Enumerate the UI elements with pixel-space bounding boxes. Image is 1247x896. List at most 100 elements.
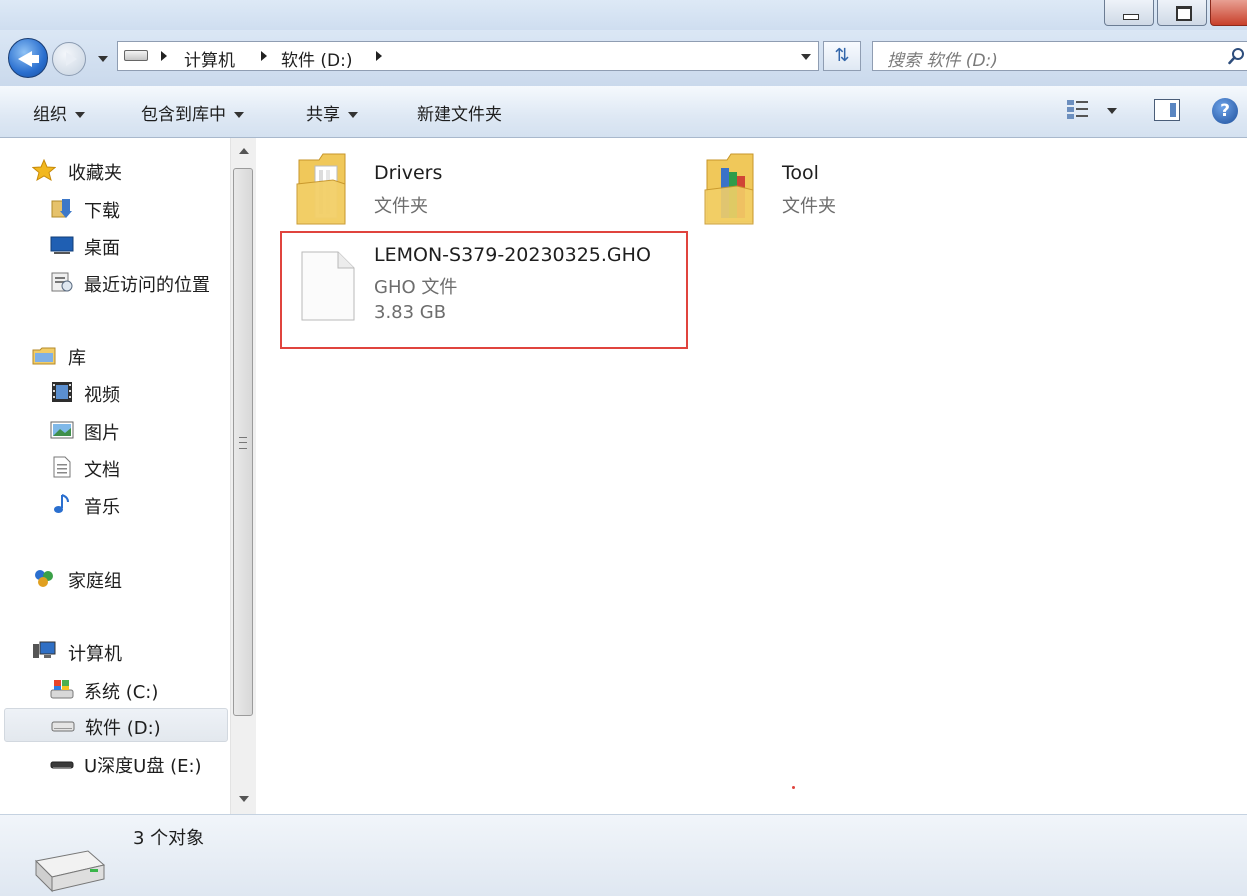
drive-icon [124,50,148,61]
scrollbar-thumb[interactable] [233,168,253,716]
address-dropdown-icon[interactable] [801,54,811,60]
sidebar-item-downloads[interactable]: 下载 [50,194,220,224]
breadcrumb-drive-d[interactable]: 软件 (D:) [281,46,353,71]
search-icon[interactable] [1228,47,1246,65]
file-type: 文件夹 [782,196,836,217]
file-type: 文件夹 [374,196,428,217]
scroll-up-icon[interactable] [239,148,249,154]
music-icon [54,494,69,513]
sidebar-item-label: 下载 [84,201,120,222]
details-pane: 3 个对象 [0,814,1247,896]
close-button[interactable] [1210,0,1247,26]
sidebar-item-label: 视频 [84,385,120,406]
navigation-pane: 收藏夹 下载 桌面 最近访问的位置 库 视频 图片 文档 音乐 家庭组 计算机 … [0,138,258,814]
change-view-icon[interactable] [1066,98,1092,122]
search-input[interactable]: 搜索 软件 (D:) [887,46,998,71]
star-icon [32,159,56,181]
sidebar-item-label: 桌面 [84,238,120,259]
folder-icon [704,153,754,225]
breadcrumb-separator-icon[interactable] [261,51,267,61]
desktop-icon [50,236,74,254]
drive-icon [51,721,75,732]
chevron-down-icon [348,112,358,118]
sidebar-item-favorites[interactable]: 收藏夹 [30,156,220,186]
sidebar-item-documents[interactable]: 文档 [50,453,220,483]
sidebar-item-music[interactable]: 音乐 [50,490,220,520]
share-label: 共享 [306,105,340,125]
navigation-bar: 计算机 软件 (D:) ⇅ 搜索 软件 (D:) [0,30,1247,86]
sidebar-item-homegroup[interactable]: 家庭组 [30,564,220,594]
sidebar-item-pictures[interactable]: 图片 [50,416,220,446]
recent-places-icon [51,272,73,292]
file-name: Drivers [374,162,443,184]
title-bar [0,0,1247,30]
organize-menu[interactable]: 组织 [33,100,85,125]
help-icon[interactable]: ? [1212,98,1238,124]
sidebar-item-label: 收藏夹 [68,163,122,184]
red-dot-mark [792,786,795,789]
breadcrumb-computer[interactable]: 计算机 [184,46,235,71]
search-box[interactable]: 搜索 软件 (D:) [872,41,1247,71]
sidebar-item-label: 文档 [84,460,120,481]
system-drive-icon [50,680,74,699]
sidebar-item-recent-places[interactable]: 最近访问的位置 [50,268,228,298]
forward-button[interactable] [52,42,86,76]
downloads-icon [51,199,72,218]
refresh-button[interactable]: ⇅ [823,41,861,71]
drive-icon [34,850,106,893]
file-item-drivers[interactable]: Drivers 文件夹 [288,146,608,230]
address-bar[interactable]: 计算机 软件 (D:) [117,41,819,71]
command-bar: 组织 包含到库中 共享 新建文件夹 ? [0,86,1247,138]
maximize-button[interactable] [1157,0,1207,26]
new-folder-button[interactable]: 新建文件夹 [417,100,502,125]
sidebar-item-label: 库 [68,348,86,369]
sidebar-item-desktop[interactable]: 桌面 [50,231,220,261]
chevron-down-icon [75,112,85,118]
new-folder-label: 新建文件夹 [417,105,502,125]
chevron-down-icon [234,112,244,118]
highlight-annotation [280,231,688,349]
documents-icon [53,456,71,478]
breadcrumb-separator-icon[interactable] [376,51,382,61]
include-in-library-label: 包含到库中 [141,105,226,125]
sidebar-item-videos[interactable]: 视频 [50,378,220,408]
share-menu[interactable]: 共享 [306,100,358,125]
file-item-tool[interactable]: Tool 文件夹 [696,146,1016,230]
computer-icon [33,641,56,658]
sidebar-item-label: 计算机 [68,644,122,665]
minimize-button[interactable] [1104,0,1154,26]
homegroup-icon [35,570,53,587]
recent-pages-dropdown[interactable] [98,56,108,62]
sidebar-item-label: U深度U盘 (E:) [84,756,202,777]
sidebar-item-label: 图片 [84,423,120,444]
item-count: 3 个对象 [133,828,205,849]
sidebar-item-computer[interactable]: 计算机 [30,637,220,667]
sidebar-item-label: 家庭组 [68,571,122,592]
sidebar-item-label: 最近访问的位置 [84,275,210,296]
usb-drive-icon [50,761,74,769]
scroll-down-icon[interactable] [239,796,249,802]
pictures-icon [50,421,74,439]
grip-icon [239,437,247,449]
sidebar-item-drive-c[interactable]: 系统 (C:) [50,675,220,705]
explorer-window: 计算机 软件 (D:) ⇅ 搜索 软件 (D:) 组织 包含到库中 共享 新建文… [0,0,1247,896]
view-options-dropdown[interactable] [1107,108,1117,114]
maximize-icon [1176,6,1192,21]
preview-pane-icon[interactable] [1154,99,1180,121]
sidebar-item-drive-e[interactable]: U深度U盘 (E:) [50,749,228,779]
minimize-icon [1123,14,1139,20]
sidebar-item-libraries[interactable]: 库 [30,341,220,371]
include-in-library-menu[interactable]: 包含到库中 [141,100,244,125]
file-name: Tool [782,162,819,184]
video-icon [52,382,72,402]
sidebar-item-label: 软件 (D:) [85,718,161,739]
breadcrumb-separator-icon[interactable] [161,51,167,61]
library-icon [32,347,56,365]
sidebar-item-drive-d[interactable]: 软件 (D:) [4,708,228,742]
sidebar-item-label: 音乐 [84,497,120,518]
refresh-icon: ⇅ [834,45,850,66]
navigation-scrollbar[interactable] [230,138,256,814]
back-button[interactable] [8,38,48,78]
folder-icon [296,153,346,225]
sidebar-item-label: 系统 (C:) [84,682,159,703]
